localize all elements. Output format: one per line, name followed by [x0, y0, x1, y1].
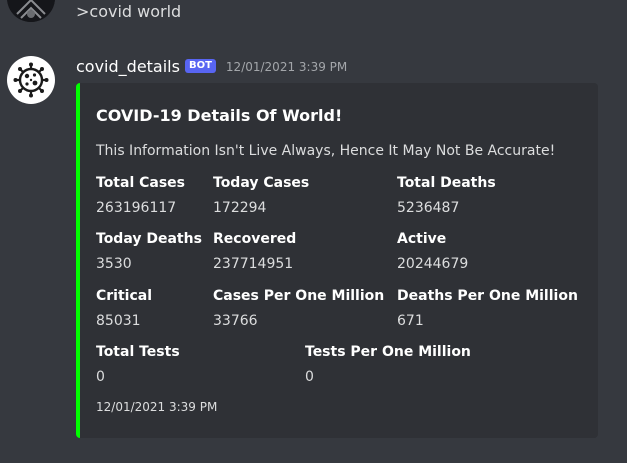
embed-field: Critical 85031	[96, 286, 152, 331]
message-timestamp: 12/01/2021 3:39 PM	[225, 60, 348, 74]
embed-field: Active 20244679	[397, 229, 468, 274]
field-value: 0	[96, 369, 105, 385]
field-name: Active	[397, 231, 447, 247]
field-name: Critical	[96, 288, 153, 304]
field-value: 263196117	[96, 200, 177, 216]
field-name: Total Cases	[96, 175, 186, 191]
bot-tag: BOT	[184, 59, 216, 73]
message-header: covid_details BOT 12/01/2021 3:39 PM	[76, 56, 347, 78]
virus-icon	[13, 62, 49, 98]
previous-message-content: >covid world	[76, 2, 182, 21]
field-name: Cases Per One Million	[213, 288, 385, 304]
field-value: 85031	[96, 313, 141, 329]
embed-field: Cases Per One Million 33766	[213, 286, 384, 331]
field-value: 20244679	[397, 256, 469, 272]
embed-field: Total Deaths 5236487	[397, 173, 496, 218]
field-value: 671	[397, 313, 424, 329]
field-value: 33766	[213, 313, 258, 329]
embed-field: Today Cases 172294	[213, 173, 309, 218]
embed-field: Today Deaths 3530	[96, 229, 202, 274]
bot-avatar[interactable]	[7, 56, 55, 104]
field-name: Today Cases	[213, 175, 310, 191]
username[interactable]: covid_details	[76, 56, 180, 78]
field-name: Total Tests	[96, 344, 180, 360]
embed-field: Total Cases 263196117	[96, 173, 185, 218]
dark-avatar-icon	[7, 0, 55, 22]
field-name: Tests Per One Million	[305, 344, 471, 360]
field-name: Recovered	[213, 231, 297, 247]
embed: COVID-19 Details Of World! This Informat…	[76, 83, 598, 438]
field-value: 237714951	[213, 256, 294, 272]
embed-title: COVID-19 Details Of World!	[96, 106, 343, 125]
embed-field: Tests Per One Million 0	[305, 342, 471, 387]
field-name: Total Deaths	[397, 175, 496, 191]
embed-field: Recovered 237714951	[213, 229, 296, 274]
embed-footer-timestamp: 12/01/2021 3:39 PM	[96, 400, 218, 414]
field-value: 172294	[213, 200, 267, 216]
field-name: Deaths Per One Million	[397, 288, 578, 304]
user-avatar[interactable]	[7, 0, 55, 22]
field-value: 0	[305, 369, 314, 385]
field-value: 3530	[96, 256, 132, 272]
embed-description: This Information Isn't Live Always, Henc…	[96, 143, 556, 159]
field-value: 5236487	[397, 200, 460, 216]
embed-field: Total Tests 0	[96, 342, 180, 387]
embed-field: Deaths Per One Million 671	[397, 286, 578, 331]
field-name: Today Deaths	[96, 231, 202, 247]
